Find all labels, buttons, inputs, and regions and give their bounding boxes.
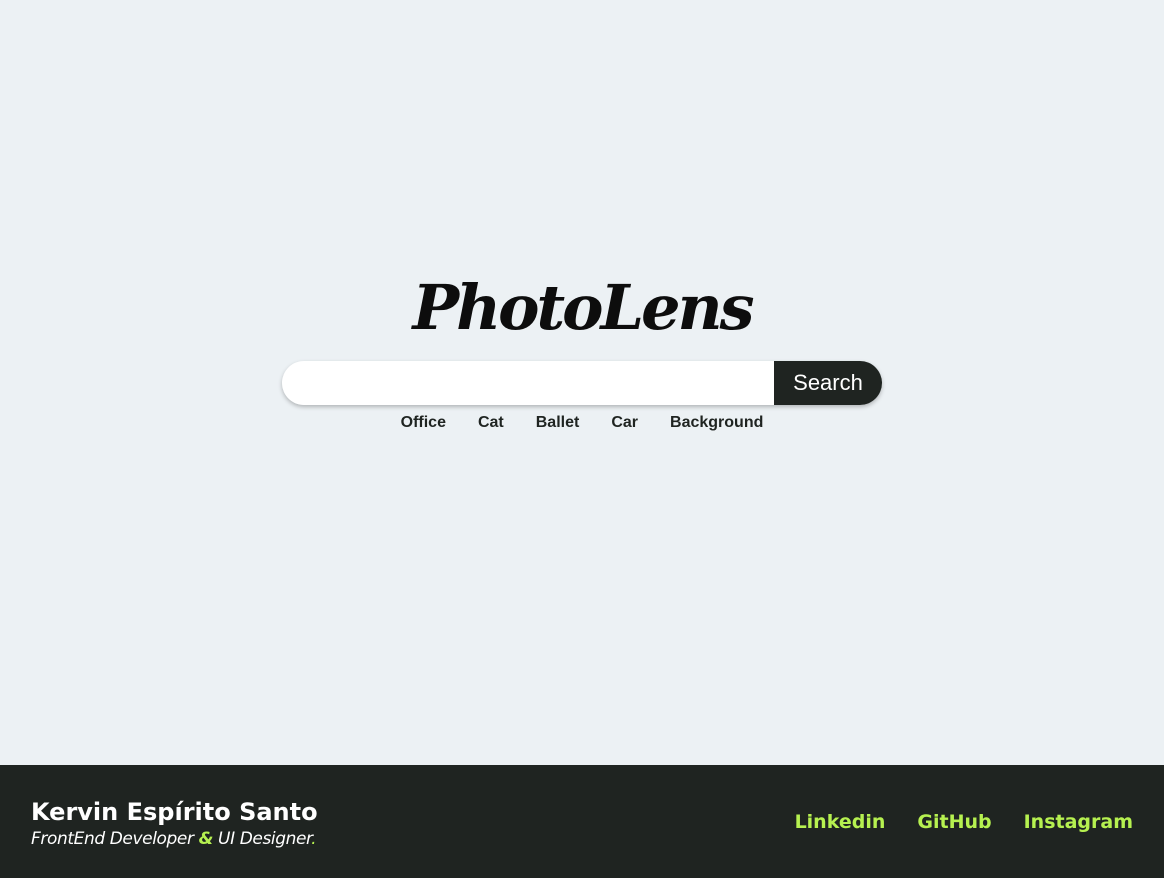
suggestion-cat[interactable]: Cat <box>478 413 504 433</box>
suggestion-background[interactable]: Background <box>670 413 763 433</box>
role-period: . <box>311 829 317 849</box>
search-bar: Search <box>282 361 882 405</box>
github-link[interactable]: GitHub <box>917 809 991 835</box>
instagram-link[interactable]: Instagram <box>1024 809 1133 835</box>
linkedin-link[interactable]: Linkedin <box>795 809 886 835</box>
main-content: PhotoLens Search Office Cat Ballet Car B… <box>0 0 1164 765</box>
author-name: Kervin Espírito Santo <box>31 798 318 826</box>
role-designer: UI Designer <box>218 829 312 849</box>
suggestion-office[interactable]: Office <box>401 413 446 433</box>
author-role: FrontEnd Developer & UI Designer. <box>31 828 316 850</box>
social-links: Linkedin GitHub Instagram <box>795 809 1133 835</box>
search-button[interactable]: Search <box>774 361 882 405</box>
role-ampersand: & <box>198 829 214 849</box>
suggestion-ballet[interactable]: Ballet <box>536 413 580 433</box>
page: PhotoLens Search Office Cat Ballet Car B… <box>0 0 1164 878</box>
footer: Kervin Espírito Santo FrontEnd Developer… <box>0 765 1164 878</box>
suggestion-list: Office Cat Ballet Car Background <box>0 413 1164 433</box>
role-developer: FrontEnd Developer <box>31 829 194 849</box>
suggestion-car[interactable]: Car <box>611 413 638 433</box>
search-input[interactable] <box>282 361 774 405</box>
app-logo: PhotoLens <box>412 271 754 344</box>
